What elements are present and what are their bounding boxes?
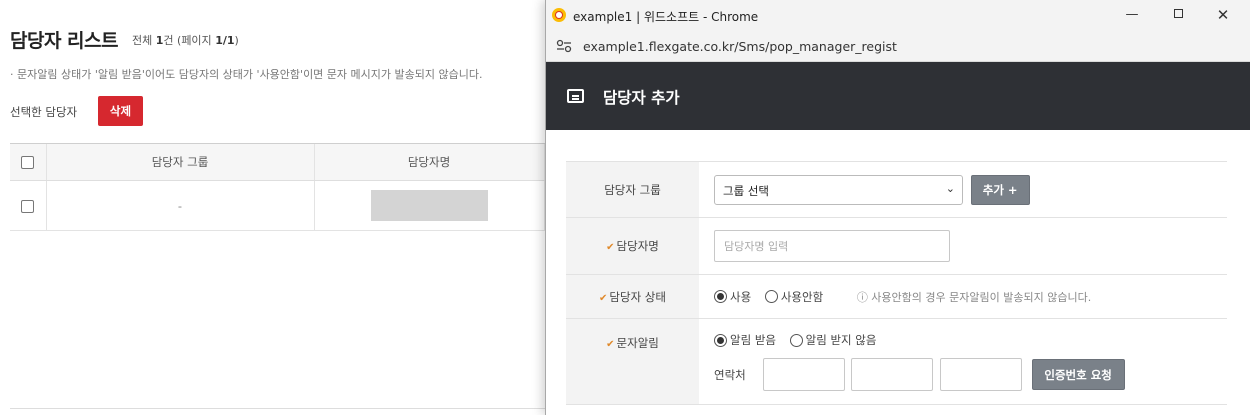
sms-off-radio[interactable] [789,333,803,347]
phone-part-3-input[interactable] [939,358,1022,391]
add-group-button[interactable]: 추가 + [970,174,1030,205]
message-icon [567,89,584,103]
window-title: example1 | 위드소프트 - Chrome [573,10,759,24]
page-indicator: 1/1 [215,34,235,47]
chrome-icon [552,8,566,22]
count-close: ) [234,34,239,47]
sms-off-label[interactable]: 알림 받지 않음 [806,333,877,347]
status-inactive-radio[interactable] [764,290,778,303]
popup-header: 담당자 추가 [546,62,1250,130]
select-all-checkbox[interactable] [21,156,35,169]
window-titlebar[interactable]: example1 | 위드소프트 - Chrome — ✕ [546,0,1250,31]
status-inactive-label[interactable]: 사용안함 [781,290,823,304]
required-icon: ✔ [599,292,608,304]
contact-label: 연락처 [714,367,746,382]
form-row-name: ✔ 담당자명 [566,217,1227,275]
form-row-sms: ✔ 문자알림 알림 받음 알림 받지 않음 연락처 인증번호 요청 [566,318,1227,405]
maximize-icon [1173,9,1183,18]
popup-title: 담당자 추가 [603,89,680,107]
close-button[interactable]: ✕ [1203,2,1243,28]
status-label: 담당자 상태 [609,289,666,304]
maximize-button[interactable] [1158,2,1198,28]
row-checkbox-cell [10,180,46,231]
group-select-value: 그룹 선택 [723,183,769,198]
sms-options: 알림 받음 알림 받지 않음 [714,332,1227,348]
name-label-cell: ✔ 담당자명 [566,217,699,275]
manager-form: 담당자 그룹 그룹 선택 ⌄ 추가 + ✔담당자명 ✔담당자 상태 사용 사용안… [566,161,1227,405]
name-label: 담당자명 [616,239,659,253]
page-title: 담당자 리스트 [10,30,119,52]
status-active-radio[interactable] [714,290,727,303]
column-header-name[interactable]: 담당자명 [313,143,544,181]
status-label-cell: ✔ 담당자 상태 [566,274,699,319]
contact-row: 연락처 인증번호 요청 [714,358,1227,391]
group-select[interactable]: 그룹 선택 ⌄ [714,174,963,205]
group-field-cell: 그룹 선택 ⌄ 추가 + [699,162,1227,218]
sms-on-radio[interactable] [714,333,727,347]
sms-label: 문자알림 [616,336,659,350]
count-suffix: 건 (페이지 [163,34,212,47]
redacted-name [370,190,488,221]
count-prefix: 전체 [132,34,153,47]
url-text[interactable]: example1.flexgate.co.kr/Sms/pop_manager_… [583,39,897,54]
required-icon: ✔ [606,339,615,350]
address-bar: example1.flexgate.co.kr/Sms/pop_manager_… [546,31,1250,62]
status-field-cell: 사용 사용안함 ⓘ 사용안함의 경우 문자알림이 발송되지 않습니다. [699,275,1227,319]
divider [10,408,550,409]
selected-managers-label: 선택한 담당자 [10,105,78,119]
form-row-status: ✔ 담당자 상태 사용 사용안함 ⓘ 사용안함의 경우 문자알림이 발송되지 않습… [566,274,1227,319]
required-icon: ✔ [606,242,615,253]
phone-part-2-input[interactable] [851,358,934,391]
row-checkbox[interactable] [21,199,35,213]
phone-part-1-input[interactable] [762,358,845,391]
name-input[interactable] [714,230,950,262]
sms-field-cell: 알림 받음 알림 받지 않음 연락처 인증번호 요청 [699,319,1227,405]
form-row-group: 담당자 그룹 그룹 선택 ⌄ 추가 + [566,161,1227,218]
chevron-down-icon: ⌄ [945,181,955,195]
status-active-label[interactable]: 사용 [730,290,751,304]
request-verification-button[interactable]: 인증번호 요청 [1031,359,1125,390]
column-header-group[interactable]: 담당자 그룹 [45,143,314,181]
sms-notice: · 문자알림 상태가 '알림 받음'이어도 담당자의 상태가 '사용안함'이면 … [10,68,483,81]
delete-button[interactable]: 삭제 [98,96,143,126]
select-all-cell [10,143,46,181]
sms-on-label[interactable]: 알림 받음 [730,333,776,347]
row-name-cell [313,180,544,231]
popup-window: example1 | 위드소프트 - Chrome — ✕ example1.f… [545,0,1250,415]
status-note: ⓘ 사용안함의 경우 문자알림이 발송되지 않습니다. [856,290,1092,304]
name-field-cell [699,218,1227,275]
minimize-button[interactable]: — [1112,2,1152,28]
group-label: 담당자 그룹 [566,161,699,218]
row-group-cell: - [45,180,314,231]
record-count: 전체 1건 (페이지 1/1) [132,32,239,48]
site-settings-icon[interactable] [556,39,572,53]
sms-label-cell: ✔ 문자알림 [566,318,699,405]
